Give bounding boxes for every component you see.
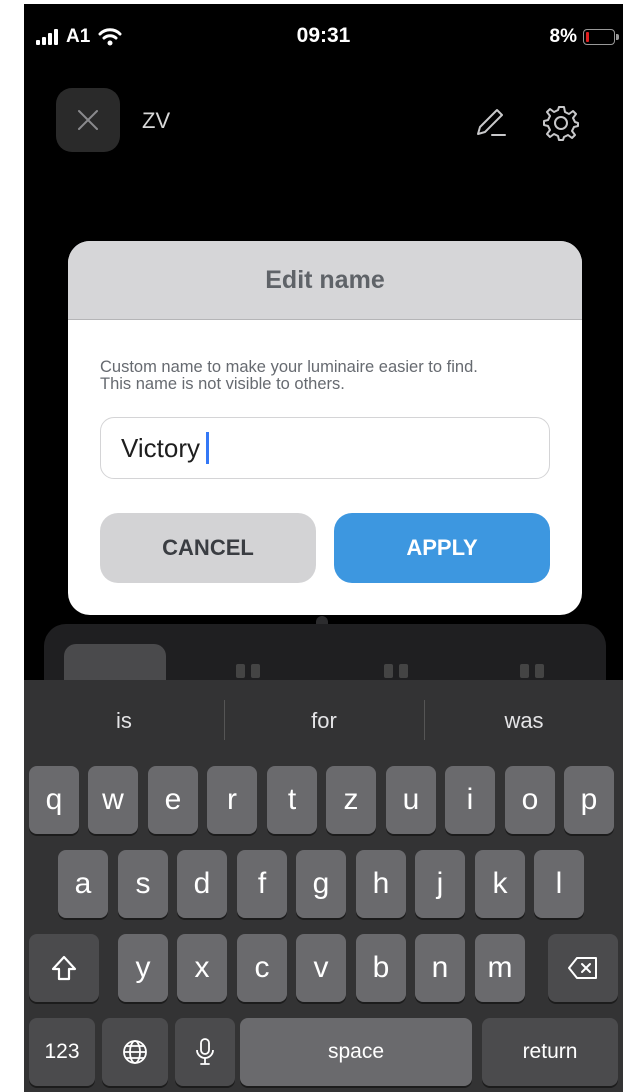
key-t[interactable]: t xyxy=(267,766,317,834)
key-e[interactable]: e xyxy=(148,766,198,834)
key-k[interactable]: k xyxy=(475,850,525,918)
shift-key[interactable] xyxy=(29,934,99,1002)
status-bar: A1 09:31 8% xyxy=(24,4,623,82)
key-c[interactable]: c xyxy=(237,934,287,1002)
microphone-key[interactable] xyxy=(175,1018,235,1086)
status-time: 09:31 xyxy=(296,24,351,47)
mode-tab-icon xyxy=(236,664,260,678)
key-v[interactable]: v xyxy=(296,934,346,1002)
dialog-description: Custom name to make your luminaire easie… xyxy=(100,359,560,393)
battery-percent: 8% xyxy=(549,26,577,47)
key-w[interactable]: w xyxy=(88,766,138,834)
key-q[interactable]: q xyxy=(29,766,79,834)
suggestion-bar: is for was xyxy=(24,680,623,758)
key-d[interactable]: d xyxy=(177,850,227,918)
apply-button[interactable]: APPLY xyxy=(334,513,550,583)
key-x[interactable]: x xyxy=(177,934,227,1002)
key-y[interactable]: y xyxy=(118,934,168,1002)
numbers-key[interactable]: 123 xyxy=(29,1018,95,1086)
key-u[interactable]: u xyxy=(386,766,436,834)
delete-icon xyxy=(568,957,597,979)
key-a[interactable]: a xyxy=(58,850,108,918)
globe-key[interactable] xyxy=(102,1018,168,1086)
text-cursor xyxy=(206,432,209,464)
mode-tab-icon xyxy=(384,664,408,678)
description-line-2: This name is not visible to others. xyxy=(100,375,345,393)
close-icon xyxy=(78,110,98,130)
dialog-header: Edit name xyxy=(68,241,582,320)
key-b[interactable]: b xyxy=(356,934,406,1002)
suggestion-item[interactable]: is xyxy=(24,708,224,734)
keyboard: is for was q w e r t z u i o p a s d f g… xyxy=(24,680,623,1092)
key-h[interactable]: h xyxy=(356,850,406,918)
pencil-icon xyxy=(477,109,506,136)
settings-button[interactable] xyxy=(542,104,580,147)
phone-screen: A1 09:31 8% ZV Edit name Custom name to … xyxy=(24,4,623,1092)
dialog-title: Edit name xyxy=(265,265,385,294)
cancel-button[interactable]: CANCEL xyxy=(100,513,316,583)
gear-icon xyxy=(543,106,579,141)
key-o[interactable]: o xyxy=(505,766,555,834)
shift-icon xyxy=(51,955,77,981)
name-input[interactable]: Victory xyxy=(100,417,550,479)
return-key[interactable]: return xyxy=(482,1018,618,1086)
microphone-icon xyxy=(196,1038,214,1065)
globe-icon xyxy=(123,1040,147,1064)
key-z[interactable]: z xyxy=(326,766,376,834)
name-input-value: Victory xyxy=(121,432,200,463)
edit-button[interactable] xyxy=(472,104,508,145)
device-title: ZV xyxy=(142,108,171,133)
key-s[interactable]: s xyxy=(118,850,168,918)
key-m[interactable]: m xyxy=(475,934,525,1002)
key-p[interactable]: p xyxy=(564,766,614,834)
description-line-1: Custom name to make your luminaire easie… xyxy=(100,358,478,376)
key-f[interactable]: f xyxy=(237,850,287,918)
key-i[interactable]: i xyxy=(445,766,495,834)
key-r[interactable]: r xyxy=(207,766,257,834)
battery-icon xyxy=(583,29,619,45)
key-n[interactable]: n xyxy=(415,934,465,1002)
key-j[interactable]: j xyxy=(415,850,465,918)
close-button[interactable] xyxy=(56,88,120,152)
edit-name-dialog: Edit name Custom name to make your lumin… xyxy=(68,241,582,615)
delete-key[interactable] xyxy=(548,934,618,1002)
key-g[interactable]: g xyxy=(296,850,346,918)
key-l[interactable]: l xyxy=(534,850,584,918)
suggestion-item[interactable]: was xyxy=(424,708,623,734)
space-key[interactable]: space xyxy=(240,1018,472,1086)
status-right: 8% xyxy=(549,26,619,48)
suggestion-item[interactable]: for xyxy=(224,708,424,734)
mode-tab-icon xyxy=(520,664,544,678)
